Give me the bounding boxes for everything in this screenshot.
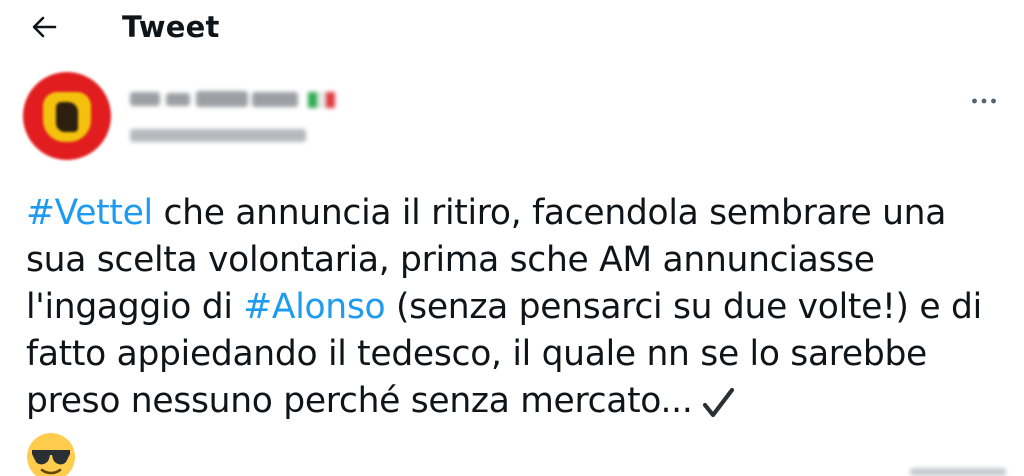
tweet-page: Tweet #Vettel che annuncia il ritiro, fa… <box>0 0 1024 476</box>
arrow-left-icon <box>32 16 57 38</box>
tweet-text: #Vettel che annuncia il ritiro, facendol… <box>26 190 1010 433</box>
more-horizontal-icon <box>972 98 996 104</box>
page-title: Tweet <box>122 10 220 44</box>
avatar-horse <box>56 102 78 132</box>
author-username-redacted[interactable] <box>130 124 308 146</box>
more-options-button[interactable] <box>960 86 1008 116</box>
author-display-name-redacted[interactable] <box>130 88 345 112</box>
avatar[interactable] <box>23 72 111 160</box>
heavy-check-mark-icon <box>701 386 735 433</box>
hashtag-vettel[interactable]: #Vettel <box>26 193 153 233</box>
italy-flag-emoji <box>306 88 336 112</box>
tweet-meta-redacted <box>910 466 1010 476</box>
sunglasses-face-emoji <box>26 432 76 476</box>
header-bar: Tweet <box>0 0 1024 56</box>
back-button[interactable] <box>24 9 64 45</box>
hashtag-alonso[interactable]: #Alonso <box>243 287 385 327</box>
